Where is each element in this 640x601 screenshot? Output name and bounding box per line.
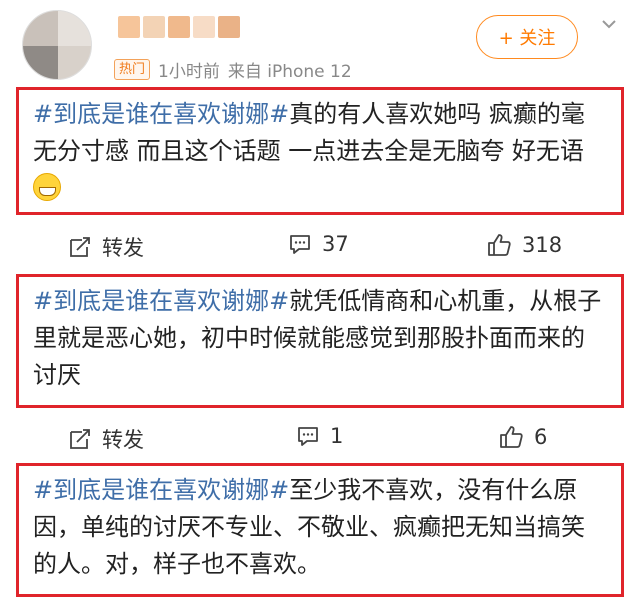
like-button[interactable]: 318 <box>486 232 562 258</box>
action-bar: 转发 37 318 <box>0 226 640 266</box>
highlighted-comment: #到底是谁在喜欢谢娜#就凭低情商和心机重，从根子里就是恶心她，初中时候就能感觉到… <box>16 274 624 408</box>
hashtag-link[interactable]: #到底是谁在喜欢谢娜# <box>33 287 289 315</box>
avatar[interactable] <box>22 10 92 80</box>
hot-badge: 热门 <box>114 58 151 80</box>
action-bar: 转发 1 6 <box>0 418 640 458</box>
comment-button[interactable]: 37 <box>288 232 349 256</box>
repost-icon <box>70 237 90 257</box>
post-time: 1小时前 <box>158 61 220 82</box>
comment-button[interactable]: 1 <box>296 424 343 448</box>
username-pixelated[interactable] <box>118 16 258 42</box>
post-source: 来自 iPhone 12 <box>227 61 352 82</box>
hashtag-link[interactable]: #到底是谁在喜欢谢娜# <box>33 476 289 504</box>
comment-count: 37 <box>322 232 349 256</box>
highlighted-comment: #到底是谁在喜欢谢娜#至少我不喜欢，没有什么原因，单纯的讨厌不专业、不敬业、疯癫… <box>16 463 624 597</box>
post-header: 热门 1小时前 来自 iPhone 12 + 关注 <box>0 0 640 86</box>
comment-icon <box>290 235 310 254</box>
repost-icon <box>70 429 90 449</box>
chevron-down-icon[interactable] <box>598 14 620 36</box>
comment-icon <box>298 427 318 446</box>
like-count: 318 <box>522 233 563 257</box>
follow-button[interactable]: + 关注 <box>476 15 578 59</box>
hashtag-link[interactable]: #到底是谁在喜欢谢娜# <box>33 100 289 128</box>
repost-button[interactable]: 转发 <box>68 232 144 262</box>
post-meta: 热门 1小时前 来自 iPhone 12 <box>114 56 352 82</box>
like-count: 6 <box>534 425 548 449</box>
comment-count: 1 <box>330 424 344 448</box>
thumbs-up-icon <box>488 234 511 256</box>
repost-label: 转发 <box>102 236 144 260</box>
thumbs-up-icon <box>500 426 523 448</box>
repost-button[interactable]: 转发 <box>68 424 144 454</box>
like-button[interactable]: 6 <box>498 424 547 450</box>
grinning-emoji-icon <box>33 173 61 201</box>
repost-label: 转发 <box>102 428 144 452</box>
highlighted-comment: #到底是谁在喜欢谢娜#真的有人喜欢她吗 疯癫的毫无分寸感 而且这个话题 一点进去… <box>16 87 624 215</box>
